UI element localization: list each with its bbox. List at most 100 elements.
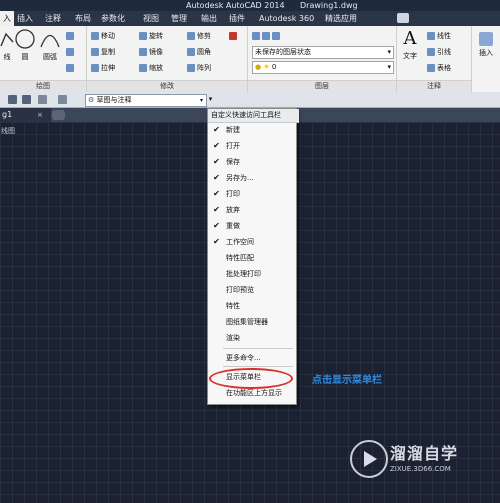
menu-item-label: 打印预览	[226, 286, 254, 294]
tab-home[interactable]: 入	[0, 11, 14, 26]
watermark-url: ZIXUE.3D66.COM	[390, 465, 451, 473]
circle-icon	[15, 29, 35, 49]
rotate-button[interactable]: 旋转	[139, 30, 163, 42]
table-button[interactable]: 表格	[427, 62, 451, 74]
copy-button[interactable]: 复制	[91, 46, 115, 58]
check-icon: ✔	[213, 157, 220, 166]
menu-item-workspace[interactable]: ✔ 工作空间	[208, 236, 296, 248]
menu-item-save[interactable]: ✔ 保存	[208, 156, 296, 168]
tab-manage[interactable]: 管理	[168, 11, 190, 26]
menu-item-plot-preview[interactable]: 打印预览	[208, 284, 296, 296]
erase-button[interactable]	[229, 30, 239, 42]
check-icon: ✔	[213, 237, 220, 246]
hatch-icon	[66, 64, 74, 72]
tab-autodesk-360[interactable]: Autodesk 360	[256, 11, 317, 26]
erase-icon	[229, 32, 237, 40]
array-button[interactable]: 阵列	[187, 62, 211, 74]
mirror-icon	[139, 48, 147, 56]
layer-icon	[262, 32, 270, 40]
print-icon[interactable]	[22, 95, 31, 104]
tab-plugins[interactable]: 插件	[226, 11, 248, 26]
tab-output[interactable]: 输出	[198, 11, 220, 26]
menu-item-save-as[interactable]: ✔ 另存为...	[208, 172, 296, 184]
fillet-button[interactable]: 圆角	[187, 46, 211, 58]
menu-title: 自定义快速访问工具栏	[208, 109, 299, 123]
scale-button[interactable]: 缩放	[139, 62, 163, 74]
rotate-label: 旋转	[149, 32, 163, 40]
hatch-button[interactable]	[66, 62, 76, 74]
redo-icon[interactable]	[58, 95, 67, 104]
ribbon-minimize-icon[interactable]	[397, 13, 409, 23]
insert-block-button[interactable]: 插入	[474, 32, 498, 58]
tab-insert[interactable]: 插入	[14, 11, 36, 26]
ribbon-tabs: 入 插入 注释 布局 参数化 视图 管理 输出 插件 Autodesk 360 …	[0, 11, 500, 26]
copy-icon	[91, 48, 99, 56]
viewport-label[interactable]: 线图	[1, 126, 15, 136]
rectangle-button[interactable]	[66, 30, 76, 42]
menu-item-batch-plot[interactable]: 批处理打印	[208, 268, 296, 280]
mirror-button[interactable]: 镜像	[139, 46, 163, 58]
leader-button[interactable]: 引线	[427, 46, 451, 58]
menu-item-label: 放弃	[226, 206, 240, 214]
menu-item-label: 新建	[226, 126, 240, 134]
menu-item-label: 另存为...	[226, 174, 254, 182]
table-icon	[427, 64, 435, 72]
circle-button[interactable]: 圆	[12, 28, 38, 62]
array-icon	[187, 64, 195, 72]
play-logo-icon	[350, 440, 388, 478]
menu-item-new[interactable]: ✔ 新建	[208, 124, 296, 136]
trim-button[interactable]: 修剪	[187, 30, 211, 42]
tab-layout[interactable]: 布局	[72, 11, 94, 26]
new-tab-button[interactable]	[52, 110, 65, 120]
menu-item-properties[interactable]: 特性	[208, 300, 296, 312]
menu-item-match-properties[interactable]: 特性匹配	[208, 252, 296, 264]
copy-label: 复制	[101, 48, 115, 56]
insert-group: 插入	[472, 26, 500, 92]
linear-dimension-button[interactable]: 线性	[427, 30, 451, 42]
tab-view[interactable]: 视图	[140, 11, 162, 26]
tab-annotate[interactable]: 注释	[42, 11, 64, 26]
menu-item-label: 打印	[226, 190, 240, 198]
chevron-down-icon: ▾	[199, 97, 203, 104]
menu-item-open[interactable]: ✔ 打开	[208, 140, 296, 152]
fillet-icon	[187, 48, 195, 56]
menu-item-undo[interactable]: ✔ 放弃	[208, 204, 296, 216]
menu-item-render[interactable]: 渲染	[208, 332, 296, 344]
menu-item-more-commands[interactable]: 更多命令...	[208, 352, 296, 364]
circle-label: 圆	[21, 53, 29, 61]
check-icon: ✔	[213, 173, 220, 182]
rotate-icon	[139, 32, 147, 40]
customize-toolbar-dropdown[interactable]: ▾	[206, 95, 215, 104]
text-button[interactable]: A 文字	[399, 28, 421, 61]
menu-item-print[interactable]: ✔ 打印	[208, 188, 296, 200]
move-button[interactable]: 移动	[91, 30, 115, 42]
menu-item-redo[interactable]: ✔ 重做	[208, 220, 296, 232]
annotation-callout: 点击显示菜单栏	[312, 375, 382, 386]
trim-icon	[187, 32, 195, 40]
tab-featured-apps[interactable]: 精选应用	[322, 11, 360, 26]
table-label: 表格	[437, 64, 451, 72]
watermark: 溜溜自学 ZIXUE.3D66.COM	[350, 440, 490, 480]
insert-block-icon	[479, 32, 493, 46]
workspace-value: 草图与注释	[96, 96, 132, 104]
stretch-button[interactable]: 拉伸	[91, 62, 115, 74]
layer-select[interactable]: ● ☀ 0 ▾	[252, 61, 394, 74]
trim-label: 修剪	[197, 32, 211, 40]
save-icon[interactable]	[8, 95, 17, 104]
close-icon[interactable]: ×	[37, 108, 43, 122]
move-label: 移动	[101, 32, 115, 40]
menu-item-sheet-set-manager[interactable]: 图纸集管理器	[208, 316, 296, 328]
ellipse-button[interactable]	[66, 46, 76, 58]
document-tab[interactable]: g1 ×	[0, 108, 51, 122]
workspace-select[interactable]: ⚙ 草图与注释 ▾	[85, 94, 207, 107]
tab-parametric[interactable]: 参数化	[98, 11, 128, 26]
rectangle-icon	[66, 32, 74, 40]
scale-label: 缩放	[149, 64, 163, 72]
insert-label: 插入	[479, 49, 493, 57]
move-icon	[91, 32, 99, 40]
layer-properties-button[interactable]	[252, 30, 282, 42]
undo-icon[interactable]	[38, 95, 47, 104]
layer-state-select[interactable]: 未保存的图层状态 ▾	[252, 46, 394, 59]
modify-group-label: 修改	[87, 80, 247, 92]
arc-button[interactable]: 圆弧	[38, 28, 62, 62]
